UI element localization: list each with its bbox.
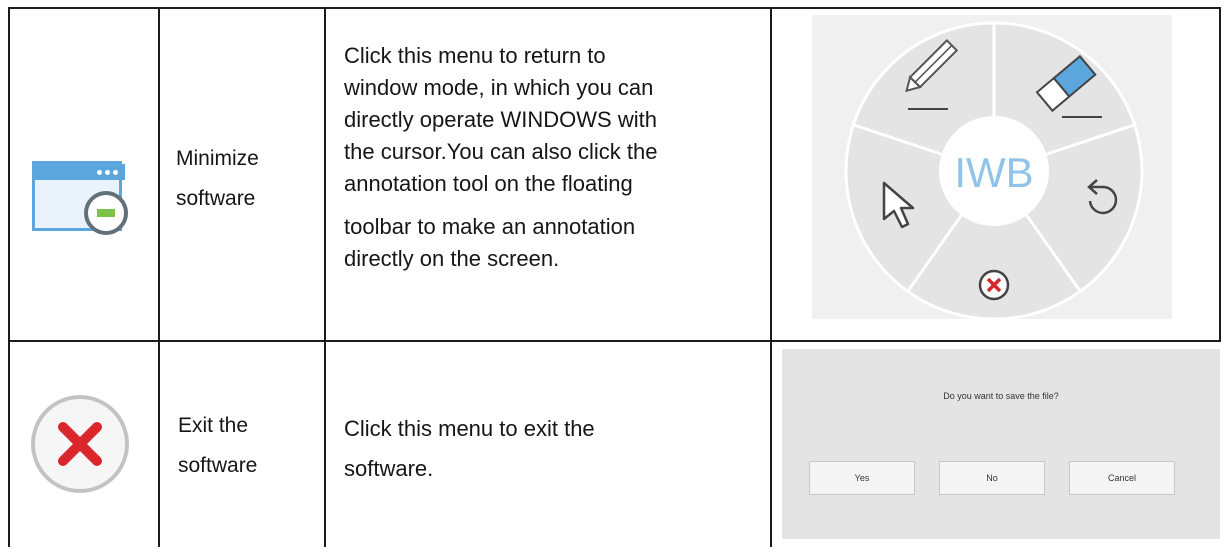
exit-x-icon	[31, 395, 129, 493]
description-line: the cursor.You can also click the	[344, 138, 658, 164]
toolbar-center-label: IWB	[954, 149, 1033, 196]
window-title-bar	[35, 164, 125, 180]
description-line: annotation tool on the floating	[344, 170, 633, 196]
description-line: directly operate WINDOWS with	[344, 106, 657, 132]
yes-button[interactable]: Yes	[809, 461, 915, 495]
feature-description: Click this menu to exit the software.	[344, 413, 764, 485]
table-right-border	[1219, 7, 1221, 342]
minimize-badge	[84, 191, 128, 235]
description-line: software.	[344, 455, 434, 481]
close-circle-icon[interactable]	[978, 269, 1010, 301]
feature-name-line: software	[178, 453, 258, 477]
dialog-message: Do you want to save the file?	[943, 391, 1059, 401]
description-line: Click this menu to exit the	[344, 416, 595, 441]
description-line: Click this menu to return to	[344, 43, 606, 68]
column-divider-3	[770, 7, 772, 547]
feature-table: Minimize software Click this menu to ret…	[0, 0, 1227, 547]
feature-name: Minimize software	[176, 143, 259, 214]
minimize-window-icon	[32, 161, 132, 241]
column-divider-2	[324, 7, 326, 547]
cancel-button[interactable]: Cancel	[1069, 461, 1175, 495]
feature-name: Exit the software	[178, 410, 257, 481]
floating-toolbar: IWB	[844, 21, 1144, 321]
description-line: toolbar to make an annotation	[344, 214, 636, 240]
save-dialog-image: Do you want to save the file? Yes No Can…	[782, 349, 1220, 539]
feature-name-line: software	[176, 186, 256, 210]
feature-description: Click this menu to return to window mode…	[344, 40, 764, 275]
floating-toolbar-image: IWB	[812, 15, 1172, 321]
column-divider-1	[158, 7, 160, 547]
table-top-border	[8, 7, 1220, 9]
no-button[interactable]: No	[939, 461, 1045, 495]
feature-name-line: Minimize	[176, 147, 259, 170]
description-line: window mode, in which you can	[344, 74, 654, 100]
description-line: directly on the screen.	[344, 246, 560, 272]
feature-name-line: Exit the	[178, 414, 249, 437]
table-left-border	[8, 7, 10, 547]
row-divider	[8, 340, 1220, 342]
